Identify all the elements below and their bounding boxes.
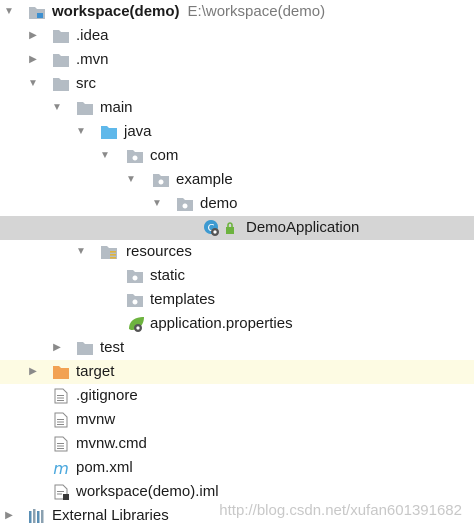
folder-icon bbox=[77, 342, 93, 355]
chevron-down-icon[interactable]: ▼ bbox=[74, 120, 88, 144]
tree-label-test: test bbox=[100, 339, 125, 356]
tree-row-resources[interactable]: ▼ resources bbox=[0, 240, 474, 264]
tree-row-java[interactable]: ▼ java bbox=[0, 120, 474, 144]
tree-row-com[interactable]: ▼ com bbox=[0, 144, 474, 168]
package-icon bbox=[177, 198, 193, 211]
chevron-down-icon[interactable]: ▼ bbox=[98, 144, 112, 168]
tree-row-templates[interactable]: templates bbox=[0, 288, 474, 312]
tree-label-target: target bbox=[76, 363, 115, 380]
tree-row-application-properties[interactable]: application.properties bbox=[0, 312, 474, 336]
tree-label-static: static bbox=[150, 267, 186, 284]
tree-row-root[interactable]: ▼ workspace(demo) E:\workspace(demo) bbox=[0, 0, 474, 24]
watermark-text: http://blog.csdn.net/xufan601391682 bbox=[219, 502, 462, 519]
tree-label-templates: templates bbox=[150, 291, 216, 308]
package-icon bbox=[153, 174, 169, 187]
tree-label-mvnw-cmd: mvnw.cmd bbox=[76, 435, 147, 452]
package-icon bbox=[127, 294, 143, 307]
tree-row-idea[interactable]: ▶ .idea bbox=[0, 24, 474, 48]
tree-label-mvnw: mvnw bbox=[76, 411, 116, 428]
chevron-down-icon[interactable]: ▼ bbox=[74, 240, 88, 264]
tree-label-root: workspace(demo) E:\workspace(demo) bbox=[52, 0, 325, 24]
text-file-icon bbox=[54, 412, 68, 428]
tree-row-demo-application[interactable]: C DemoApplication bbox=[0, 216, 474, 240]
tree-label-main: main bbox=[100, 99, 133, 116]
svg-text:m: m bbox=[53, 460, 69, 476]
chevron-right-icon[interactable]: ▶ bbox=[50, 336, 64, 360]
tree-row-mvn[interactable]: ▶ .mvn bbox=[0, 48, 474, 72]
folder-icon bbox=[53, 54, 69, 67]
tree-row-src[interactable]: ▼ src bbox=[0, 72, 474, 96]
root-name: workspace(demo) bbox=[52, 3, 180, 20]
tree-row-target[interactable]: ▶ target bbox=[0, 360, 474, 384]
chevron-down-icon[interactable]: ▼ bbox=[26, 72, 40, 96]
libraries-icon bbox=[29, 509, 44, 523]
folder-icon bbox=[77, 102, 93, 115]
chevron-right-icon[interactable]: ▶ bbox=[26, 24, 40, 48]
tree-row-mvnw-cmd[interactable]: mvnw.cmd bbox=[0, 432, 474, 456]
package-icon bbox=[127, 270, 143, 283]
project-tree: ▼ workspace(demo) E:\workspace(demo) ▶ .i… bbox=[0, 0, 474, 528]
text-file-icon bbox=[54, 388, 68, 404]
tree-label-external-libraries: External Libraries bbox=[52, 507, 169, 524]
tree-row-static[interactable]: static bbox=[0, 264, 474, 288]
chevron-right-icon[interactable]: ▶ bbox=[26, 360, 40, 384]
chevron-down-icon[interactable]: ▼ bbox=[150, 192, 164, 216]
module-file-icon bbox=[54, 484, 69, 500]
tree-label-application-properties: application.properties bbox=[150, 315, 293, 332]
spring-boot-class-icon: C bbox=[204, 220, 219, 236]
tree-label-demo-application: DemoApplication bbox=[246, 219, 360, 236]
folder-icon bbox=[53, 78, 69, 91]
root-path: E:\workspace(demo) bbox=[187, 3, 326, 20]
spring-leaf-icon bbox=[129, 317, 144, 332]
tree-label-example: example bbox=[176, 171, 233, 188]
tree-label-mvn: .mvn bbox=[76, 51, 109, 68]
tree-label-iml: workspace(demo).iml bbox=[76, 483, 219, 500]
tree-row-test[interactable]: ▶ test bbox=[0, 336, 474, 360]
maven-icon: m bbox=[53, 460, 69, 476]
tree-row-iml[interactable]: workspace(demo).iml bbox=[0, 480, 474, 504]
text-file-icon bbox=[54, 436, 68, 452]
tree-row-mvnw[interactable]: mvnw bbox=[0, 408, 474, 432]
chevron-down-icon[interactable]: ▼ bbox=[50, 96, 64, 120]
tree-label-pom: pom.xml bbox=[76, 459, 133, 476]
chevron-right-icon[interactable]: ▶ bbox=[2, 504, 16, 528]
tree-row-main[interactable]: ▼ main bbox=[0, 96, 474, 120]
tree-row-pom[interactable]: m pom.xml bbox=[0, 456, 474, 480]
source-folder-icon bbox=[101, 126, 117, 139]
chevron-down-icon[interactable]: ▼ bbox=[124, 168, 138, 192]
lock-icon bbox=[226, 222, 234, 234]
tree-label-gitignore: .gitignore bbox=[76, 387, 138, 404]
tree-row-demo[interactable]: ▼ demo bbox=[0, 192, 474, 216]
folder-icon bbox=[53, 30, 69, 43]
tree-row-gitignore[interactable]: .gitignore bbox=[0, 384, 474, 408]
tree-label-src: src bbox=[76, 75, 96, 92]
excluded-folder-icon bbox=[53, 366, 69, 379]
resources-folder-icon bbox=[101, 246, 117, 259]
chevron-down-icon[interactable]: ▼ bbox=[2, 0, 16, 24]
package-icon bbox=[127, 150, 143, 163]
project-folder-icon bbox=[29, 7, 45, 19]
tree-label-idea: .idea bbox=[76, 27, 109, 44]
tree-label-com: com bbox=[150, 147, 179, 164]
chevron-right-icon[interactable]: ▶ bbox=[26, 48, 40, 72]
tree-row-example[interactable]: ▼ example bbox=[0, 168, 474, 192]
tree-label-resources: resources bbox=[126, 243, 192, 260]
tree-label-demo: demo bbox=[200, 195, 238, 212]
tree-label-java: java bbox=[124, 123, 152, 140]
